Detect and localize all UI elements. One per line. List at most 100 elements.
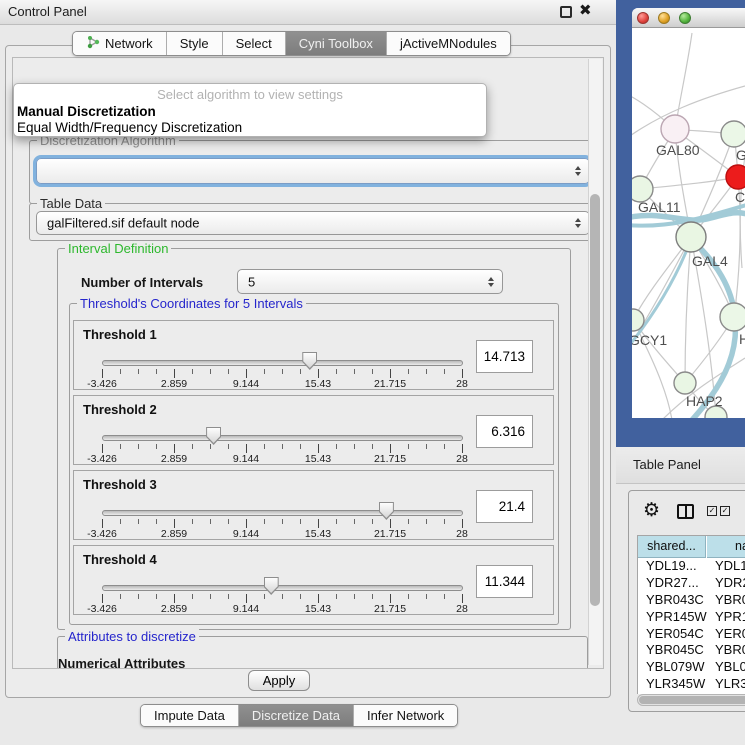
slider-tick-label: -3.426 <box>87 453 117 465</box>
slider-tick <box>462 519 463 528</box>
cell-shared-name[interactable]: YBL079W <box>646 659 705 676</box>
table-row[interactable]: YDR27... YDR2 <box>638 575 745 592</box>
slider-tick <box>300 594 301 599</box>
slider-tick <box>246 444 247 453</box>
close-light[interactable] <box>637 12 649 24</box>
cell-shared-name[interactable]: YDL19... <box>646 558 697 575</box>
tab-style[interactable]: Style <box>167 32 223 55</box>
slider-tick-label: 2.859 <box>161 453 187 465</box>
cell-name[interactable]: YBR0 <box>715 642 745 659</box>
bottom-tabbar: Impute DataDiscretize DataInfer Network <box>140 704 458 727</box>
attributes-group-label: Attributes to discretize <box>65 629 199 644</box>
algorithm-select[interactable] <box>36 158 590 184</box>
threshold-value-field[interactable]: 11.344 <box>476 565 533 598</box>
table-data-group: Table Data galFiltered.sif default node <box>29 203 595 241</box>
close-icon[interactable]: ✖ <box>579 1 592 19</box>
gear-icon[interactable]: ⚙ <box>643 499 660 521</box>
slider-tick <box>390 519 391 528</box>
slider-tick <box>120 444 121 449</box>
slider-tick <box>102 594 103 603</box>
cell-name[interactable]: YBL0 <box>715 659 745 676</box>
table-row[interactable]: YDL19... YDL1 <box>638 558 745 575</box>
column-checkbox-icon[interactable]: ✓ <box>707 506 717 516</box>
cell-name[interactable]: YPR1 <box>715 609 745 626</box>
slider-tick <box>192 594 193 599</box>
cell-name[interactable]: YLR3 <box>715 676 745 693</box>
option-equal-width-frequency[interactable]: Equal Width/Frequency Discretization <box>17 120 242 135</box>
slider-thumb[interactable] <box>379 502 394 520</box>
tab-discretize-data[interactable]: Discretize Data <box>239 705 354 726</box>
column-header-shared-name[interactable]: shared... <box>638 536 706 558</box>
table-data-select[interactable]: galFiltered.sif default node <box>36 211 590 235</box>
threshold-label: Threshold 1 <box>83 327 157 342</box>
zoom-light[interactable] <box>679 12 691 24</box>
slider-thumb[interactable] <box>206 427 221 445</box>
number-of-intervals-value: 5 <box>248 274 255 289</box>
column-header-name[interactable]: na <box>707 536 745 558</box>
table-row[interactable]: YPR145W YPR1 <box>638 609 745 626</box>
threshold-panel-1: Threshold 1-3.4262.8599.14415.4321.71528… <box>73 320 554 390</box>
slider-tick <box>300 519 301 524</box>
threshold-value-field[interactable]: 14.713 <box>476 340 533 373</box>
panel-scrollbar-thumb[interactable] <box>590 194 600 606</box>
slider-tick <box>138 444 139 449</box>
algorithm-hint-option[interactable]: Select algorithm to view settings <box>14 87 486 102</box>
split-view-icon[interactable] <box>677 504 694 519</box>
slider-tick-label: 2.859 <box>161 603 187 615</box>
cell-shared-name[interactable]: YDR27... <box>646 575 699 592</box>
tab-infer-network[interactable]: Infer Network <box>354 705 457 726</box>
table-row[interactable]: YLR345W YLR3 <box>638 676 745 693</box>
table-row[interactable]: YBR043C YBR0 <box>638 592 745 609</box>
slider-tick <box>444 444 445 449</box>
combo-stepper-icon <box>488 277 494 287</box>
slider-tick <box>138 369 139 374</box>
slider-thumb[interactable] <box>302 352 317 370</box>
slider-tick <box>174 369 175 378</box>
table-row[interactable]: YBL079W YBL0 <box>638 659 745 676</box>
slider-tick <box>462 594 463 603</box>
cell-shared-name[interactable]: YLR345W <box>646 676 705 693</box>
slider-track[interactable] <box>102 360 463 366</box>
network-window-titlebar[interactable] <box>632 8 745 28</box>
cell-name[interactable]: YDR2 <box>715 575 745 592</box>
threshold-value-field[interactable]: 21.4 <box>476 490 533 523</box>
cell-name[interactable]: YER0 <box>715 626 745 643</box>
slider-tick <box>282 594 283 599</box>
table-row[interactable]: YBR045C YBR0 <box>638 642 745 659</box>
discretization-algorithm-group: Discretization Algorithm <box>29 140 595 204</box>
slider-track[interactable] <box>102 585 463 591</box>
slider-tick-label: 21.715 <box>374 528 406 540</box>
apply-button[interactable]: Apply <box>248 670 310 691</box>
slider-tick <box>282 519 283 524</box>
tab-network[interactable]: Network <box>73 32 167 55</box>
slider-tick <box>264 519 265 524</box>
table-hscrollbar-thumb[interactable] <box>639 696 745 704</box>
cell-shared-name[interactable]: YBR043C <box>646 592 704 609</box>
cell-shared-name[interactable]: YBR045C <box>646 642 704 659</box>
slider-tick <box>264 369 265 374</box>
tab-label: Style <box>180 36 209 51</box>
slider-tick <box>354 594 355 599</box>
table-panel-title: Table Panel <box>633 457 701 472</box>
cell-name[interactable]: YDL1 <box>715 558 745 575</box>
number-of-intervals-select[interactable]: 5 <box>237 269 503 294</box>
slider-track[interactable] <box>102 510 463 516</box>
cell-shared-name[interactable]: YPR145W <box>646 609 707 626</box>
cell-shared-name[interactable]: YER054C <box>646 626 704 643</box>
threshold-value-field[interactable]: 6.316 <box>476 415 533 448</box>
column-checkbox-icon[interactable]: ✓ <box>720 506 730 516</box>
slider-tick-label: -3.426 <box>87 603 117 615</box>
float-icon[interactable] <box>560 6 572 18</box>
tab-impute-data[interactable]: Impute Data <box>141 705 239 726</box>
tab-select[interactable]: Select <box>223 32 286 55</box>
slider-track[interactable] <box>102 435 463 441</box>
tab-jactivemnodules[interactable]: jActiveMNodules <box>387 32 510 55</box>
table-row[interactable]: YER054C YER0 <box>638 626 745 643</box>
slider-thumb[interactable] <box>264 577 279 595</box>
network-canvas[interactable]: GAL80GCGAL11GAL4GCY1HHAP2 <box>632 28 745 418</box>
tab-cyni-toolbox[interactable]: Cyni Toolbox <box>286 32 387 55</box>
cell-name[interactable]: YBR0 <box>715 592 745 609</box>
minimize-light[interactable] <box>658 12 670 24</box>
option-manual-discretization[interactable]: Manual Discretization <box>17 104 156 119</box>
slider-tick <box>174 594 175 603</box>
